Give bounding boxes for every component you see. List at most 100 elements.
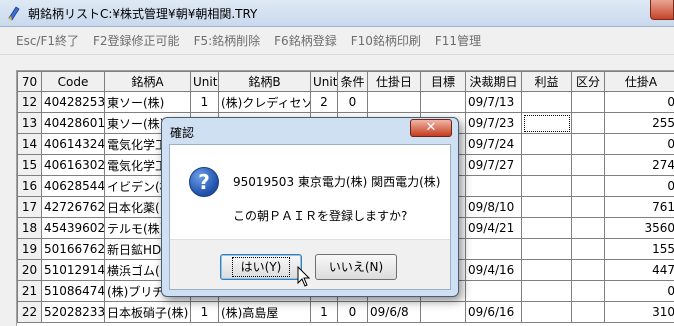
cell-entry-a[interactable]: 255 <box>604 112 674 134</box>
cell-entry-date[interactable] <box>367 91 421 113</box>
menu-exit[interactable]: Esc/F1終了 <box>16 32 79 49</box>
cell-entry-a[interactable]: 3560 <box>604 217 674 239</box>
cell-profit[interactable] <box>521 280 572 302</box>
cell-row-number: 15 <box>17 154 42 176</box>
cell-profit[interactable] <box>521 196 572 218</box>
menu-edit-enable[interactable]: F2登録修正可能 <box>93 32 180 49</box>
cell-stock-b[interactable]: (株)高島屋 <box>218 301 311 323</box>
cell-entry-a[interactable]: 0 <box>604 133 674 155</box>
header-category[interactable]: 区分 <box>571 71 605 92</box>
cell-entry-a[interactable]: 761 <box>604 196 674 218</box>
cell-settle-date[interactable]: 09/7/13 <box>465 91 522 113</box>
cell-entry-a[interactable]: 310 <box>604 301 674 323</box>
yes-button-label: はい(Y) <box>231 257 291 277</box>
cell-category[interactable] <box>571 112 605 134</box>
cell-settle-date[interactable] <box>465 238 522 260</box>
header-unit-a[interactable]: Unit <box>190 71 219 92</box>
cell-settle-date[interactable]: 09/4/21 <box>465 217 522 239</box>
menu-delete-stock[interactable]: F5:銘柄削除 <box>194 32 261 49</box>
cell-code[interactable]: 40428601 <box>41 112 105 134</box>
cell-unit-a[interactable]: 1 <box>190 301 219 323</box>
header-row-count: 70 <box>17 71 42 92</box>
cell-category[interactable] <box>571 280 605 302</box>
cell-profit[interactable] <box>521 112 572 134</box>
dialog-close-button[interactable]: ✕ <box>410 119 452 137</box>
cell-code[interactable]: 40616302 <box>41 154 105 176</box>
cell-profit[interactable] <box>521 259 572 281</box>
header-stock-a[interactable]: 銘柄A <box>104 71 191 92</box>
cell-category[interactable] <box>571 238 605 260</box>
cell-row-number: 12 <box>17 91 42 113</box>
mouse-cursor-icon <box>297 266 311 287</box>
cell-profit[interactable] <box>521 238 572 260</box>
header-unit-b[interactable]: Unit <box>310 71 338 92</box>
cell-category[interactable] <box>571 196 605 218</box>
cell-code[interactable]: 40628544 <box>41 175 105 197</box>
cell-entry-a[interactable]: 447 <box>604 259 674 281</box>
cell-entry-a[interactable]: 274 <box>604 154 674 176</box>
cell-code[interactable]: 42726762 <box>41 196 105 218</box>
cell-target[interactable] <box>420 301 466 323</box>
table-row[interactable]: 22 52028233 日本板硝子(株) 1 (株)高島屋 1 0 09/6/8 09/6/16… <box>17 301 674 323</box>
header-condition[interactable]: 条件 <box>337 71 368 92</box>
cell-stock-a[interactable]: 東ソー(株) <box>104 91 191 113</box>
header-profit[interactable]: 利益 <box>521 71 572 92</box>
cell-settle-date[interactable]: 09/8/10 <box>465 196 522 218</box>
cell-category[interactable] <box>571 133 605 155</box>
cell-code[interactable]: 52028233 <box>41 301 105 323</box>
table-row[interactable]: 1240428253東ソー(株)1(株)クレディセゾン2009/7/130 <box>17 91 674 113</box>
cell-settle-date[interactable]: 09/7/24 <box>465 133 522 155</box>
cell-profit[interactable] <box>521 91 572 113</box>
cell-unit-a[interactable]: 1 <box>190 91 219 113</box>
cell-category[interactable] <box>571 217 605 239</box>
cell-entry-a[interactable]: 0 <box>604 280 674 302</box>
cell-entry-date[interactable]: 09/6/8 <box>367 301 421 323</box>
no-button[interactable]: いいえ(N) <box>315 254 397 280</box>
menu-register-stock[interactable]: F6銘柄登録 <box>274 32 337 49</box>
header-code[interactable]: Code <box>41 71 105 92</box>
cell-category[interactable] <box>571 175 605 197</box>
cell-code[interactable]: 40428253 <box>41 91 105 113</box>
header-entry-date[interactable]: 仕掛日 <box>367 71 421 92</box>
cell-profit[interactable] <box>521 154 572 176</box>
header-stock-b[interactable]: 銘柄B <box>218 71 311 92</box>
cell-unit-b[interactable]: 2 <box>310 91 338 113</box>
cell-settle-date[interactable]: 09/6/16 <box>465 301 522 323</box>
cell-settle-date[interactable]: 09/7/23 <box>465 112 522 134</box>
cell-code[interactable]: 40614324 <box>41 133 105 155</box>
cell-code[interactable]: 51086474 <box>41 280 105 302</box>
cell-category[interactable] <box>571 154 605 176</box>
menu-print-stock[interactable]: F10銘柄印刷 <box>351 32 421 49</box>
cell-entry-a[interactable]: 0 <box>604 175 674 197</box>
cell-unit-b[interactable]: 1 <box>310 301 338 323</box>
cell-settle-date[interactable]: 09/4/16 <box>465 259 522 281</box>
cell-stock-a[interactable]: 日本板硝子(株) <box>104 301 191 323</box>
cell-settle-date[interactable] <box>465 175 522 197</box>
cell-category[interactable] <box>571 301 605 323</box>
header-target[interactable]: 目標 <box>420 71 466 92</box>
header-settle-date[interactable]: 決裁期日 <box>465 71 522 92</box>
cell-condition[interactable]: 0 <box>337 91 368 113</box>
cell-settle-date[interactable] <box>465 280 522 302</box>
yes-button[interactable]: はい(Y) <box>220 254 302 280</box>
cell-entry-a[interactable]: 0 <box>604 91 674 113</box>
cell-row-number: 20 <box>17 259 42 281</box>
cell-code[interactable]: 45439602 <box>41 217 105 239</box>
cell-code[interactable]: 51012914 <box>41 259 105 281</box>
header-entry-a[interactable]: 仕掛A <box>604 71 674 92</box>
cell-settle-date[interactable]: 09/7/27 <box>465 154 522 176</box>
cell-entry-a[interactable]: 155 <box>604 238 674 260</box>
window-close-button[interactable] <box>650 0 674 20</box>
cell-code[interactable]: 50166762 <box>41 238 105 260</box>
cell-profit[interactable] <box>521 175 572 197</box>
no-button-label: いいえ(N) <box>328 260 384 274</box>
cell-condition[interactable]: 0 <box>337 301 368 323</box>
cell-target[interactable] <box>420 91 466 113</box>
cell-stock-b[interactable]: (株)クレディセゾン <box>218 91 311 113</box>
menu-admin[interactable]: F11管理 <box>435 32 481 49</box>
cell-profit[interactable] <box>521 217 572 239</box>
cell-category[interactable] <box>571 91 605 113</box>
cell-profit[interactable] <box>521 301 572 323</box>
cell-category[interactable] <box>571 259 605 281</box>
cell-profit[interactable] <box>521 133 572 155</box>
